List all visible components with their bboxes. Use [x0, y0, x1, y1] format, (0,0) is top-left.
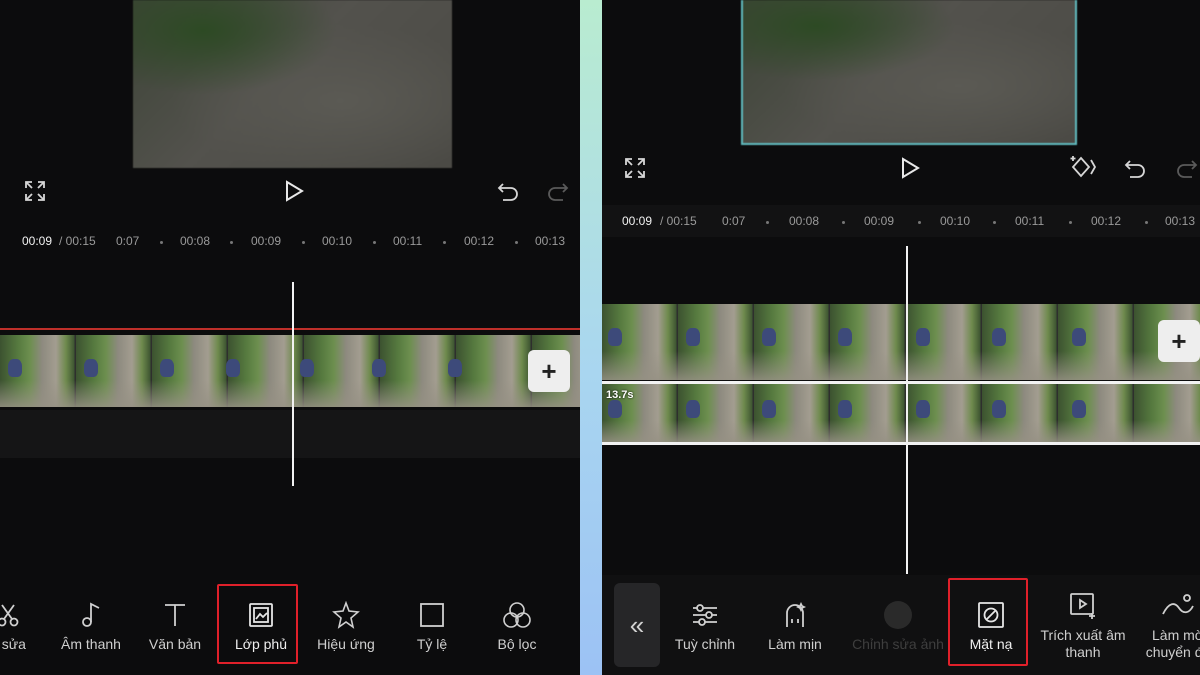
tick-label: 0:07 — [722, 214, 746, 228]
redo-icon[interactable] — [1174, 155, 1200, 181]
overlay-toolbar: « Tuỳ chỉnh Làm mịn Chỉnh sửa ảnh Mặt nạ — [602, 575, 1200, 675]
tool-ratio[interactable]: Tỷ lệ — [389, 575, 475, 675]
video-clip-track[interactable] — [0, 335, 580, 407]
add-clip-button[interactable]: + — [1158, 320, 1200, 362]
tool-audio[interactable]: Âm thanh — [48, 575, 134, 675]
tool-filter[interactable]: Bộ lọc — [474, 575, 560, 675]
play-icon[interactable] — [897, 155, 923, 181]
left-editor-screen: 00:09 / 00:15 0:07 00:08 00:09 00:10 00:… — [0, 0, 580, 675]
tool-label: Tuỳ chỉnh — [674, 635, 736, 652]
play-icon[interactable] — [281, 178, 307, 204]
tick-label: 00:12 — [1091, 214, 1122, 228]
time-ruler: 00:09 / 00:15 0:07 00:08 00:09 00:10 00:… — [0, 230, 580, 254]
extract-audio-icon — [1069, 589, 1097, 623]
keyframe-icon[interactable] — [1068, 153, 1098, 181]
tool-label: Bộ lọc — [497, 635, 537, 652]
double-chevron-left-icon: « — [629, 609, 645, 640]
tool-extract-audio[interactable]: Trích xuất âm thanh — [1039, 575, 1127, 675]
tick-label: 00:13 — [1165, 214, 1196, 228]
edit-photo-icon — [884, 598, 912, 632]
playhead[interactable] — [292, 282, 294, 486]
fullscreen-icon[interactable] — [22, 178, 48, 204]
undo-icon[interactable] — [1122, 155, 1148, 181]
tool-adjust[interactable]: Tuỳ chỉnh — [662, 575, 748, 675]
sliders-icon — [691, 598, 719, 632]
right-editor-screen: 00:09 / 00:15 0:07 00:08 00:09 00:10 00:… — [602, 0, 1200, 675]
overlay-video-track[interactable] — [602, 384, 1200, 442]
tool-label: h sửa — [0, 635, 26, 652]
current-time: 00:09 — [22, 234, 53, 248]
add-clip-button[interactable]: + — [528, 350, 570, 392]
fullscreen-icon[interactable] — [622, 155, 648, 181]
tick-label: 00:10 — [940, 214, 971, 228]
scissors-icon — [0, 598, 21, 632]
tool-label: Hiệu ứng — [317, 635, 375, 652]
tool-transition[interactable]: Làm mờ chuyển độ — [1132, 575, 1200, 675]
collapse-toolbar-button[interactable]: « — [614, 583, 660, 667]
tool-label: Văn bản — [148, 635, 202, 652]
tool-smooth[interactable]: Làm mịn — [752, 575, 838, 675]
tool-text[interactable]: Văn bản — [132, 575, 218, 675]
tool-label: Trích xuất âm thanh — [1040, 627, 1126, 660]
tool-edit-photo: Chỉnh sửa ảnh — [848, 575, 948, 675]
audio-track-line — [0, 328, 580, 330]
ratio-square-icon — [419, 598, 445, 632]
total-time: / 00:15 — [660, 214, 697, 228]
total-time: / 00:15 — [59, 234, 96, 248]
main-video-track[interactable] — [602, 304, 1200, 380]
tick-label: 00:10 — [322, 234, 353, 248]
tool-label: Chỉnh sửa ảnh — [852, 635, 944, 652]
highlight-box — [217, 584, 298, 664]
text-icon — [163, 598, 187, 632]
tick-label: 00:11 — [393, 234, 423, 248]
time-ruler: 00:09 / 00:15 0:07 00:08 00:09 00:10 00:… — [602, 210, 1200, 234]
tick-label: 00:12 — [464, 234, 495, 248]
tick-label: 00:11 — [1015, 214, 1045, 228]
highlight-box — [948, 578, 1028, 666]
effects-star-icon — [332, 598, 360, 632]
tool-label: Làm mịn — [768, 635, 822, 652]
tick-label: 00:09 — [864, 214, 895, 228]
overlay-duration-label: 13.7s — [606, 389, 634, 401]
undo-icon[interactable] — [495, 178, 521, 204]
filter-circles-icon — [502, 598, 532, 632]
tick-label: 00:09 — [251, 234, 282, 248]
tool-label: Tỷ lệ — [416, 635, 448, 652]
smooth-face-icon — [781, 598, 809, 632]
transition-icon — [1161, 589, 1195, 623]
tool-label: Làm mờ chuyển độ — [1145, 627, 1200, 660]
redo-icon[interactable] — [545, 178, 571, 204]
current-time: 00:09 — [622, 214, 653, 228]
tool-label: Âm thanh — [61, 635, 121, 652]
music-note-icon — [79, 598, 103, 632]
tick-label: 0:07 — [116, 234, 140, 248]
tool-effects[interactable]: Hiệu ứng — [303, 575, 389, 675]
video-preview[interactable] — [133, 0, 452, 168]
tick-label: 00:08 — [180, 234, 211, 248]
playhead[interactable] — [906, 246, 908, 574]
tick-label: 00:13 — [535, 234, 566, 248]
tool-edit[interactable]: h sửa — [0, 575, 51, 675]
overlay-video-preview[interactable] — [741, 0, 1077, 145]
tick-label: 00:08 — [789, 214, 820, 228]
empty-track — [0, 410, 580, 458]
